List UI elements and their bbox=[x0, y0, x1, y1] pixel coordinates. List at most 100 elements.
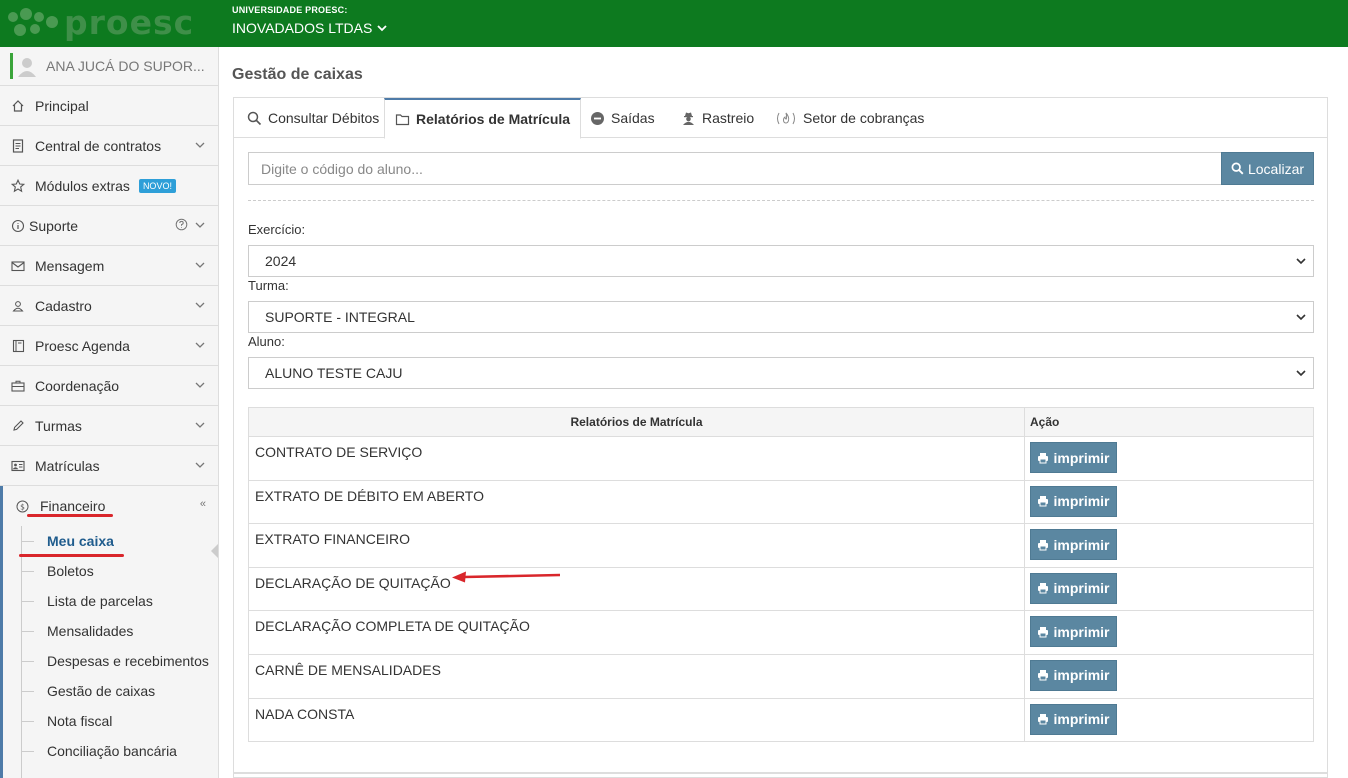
document-icon bbox=[10, 138, 26, 154]
submenu-item-conciliacao-bancaria[interactable]: Conciliação bancária bbox=[22, 736, 216, 766]
user-profile[interactable]: ANA JUCÁ DO SUPOR... bbox=[0, 47, 218, 86]
tab-label: Relatórios de Matrícula bbox=[416, 111, 571, 127]
main-content: Gestão de caixas Consultar Débitos Relat… bbox=[219, 47, 1348, 778]
sidebar-item-principal[interactable]: Principal bbox=[0, 86, 218, 126]
table-row: CARNÊ DE MENSALIDADES imprimir bbox=[248, 653, 1314, 699]
chevron-down-icon bbox=[195, 302, 205, 308]
submenu-item-nota-fiscal[interactable]: Nota fiscal bbox=[22, 706, 216, 736]
submenu-item-meu-caixa[interactable]: Meu caixa bbox=[22, 526, 216, 556]
print-icon bbox=[1038, 714, 1049, 725]
submenu-item-label: Mensalidades bbox=[47, 623, 134, 639]
print-button[interactable]: imprimir bbox=[1030, 659, 1117, 691]
table-row: DECLARAÇÃO DE QUITAÇÃO imprimir bbox=[248, 566, 1314, 612]
print-icon bbox=[1038, 496, 1049, 507]
print-icon bbox=[1038, 539, 1049, 551]
table-row: NADA CONSTA imprimir bbox=[248, 697, 1314, 743]
tab-setor-de-cobrancas[interactable]: Setor de cobranças bbox=[765, 98, 934, 138]
tab-label: Rastreio bbox=[702, 110, 755, 126]
turma-select[interactable]: SUPORTE - INTEGRAL bbox=[248, 301, 1314, 333]
chevron-down-icon bbox=[195, 382, 205, 388]
sidebar-item-label: Matrículas bbox=[35, 457, 100, 474]
sidebar-item-proesc-agenda[interactable]: Proesc Agenda bbox=[0, 326, 218, 366]
sidebar-item-suporte[interactable]: Suporte bbox=[0, 206, 218, 246]
chevron-down-icon bbox=[195, 422, 205, 428]
submenu-item-despesas-e-recebimentos[interactable]: Despesas e recebimentos bbox=[22, 646, 216, 676]
submenu-item-lista-de-parcelas[interactable]: Lista de parcelas bbox=[22, 586, 216, 616]
table-row: DECLARAÇÃO COMPLETA DE QUITAÇÃO imprimir bbox=[248, 610, 1314, 655]
button-label: imprimir bbox=[1053, 580, 1110, 597]
tab-consultar-debitos[interactable]: Consultar Débitos bbox=[237, 98, 389, 138]
submenu-item-boletos[interactable]: Boletos bbox=[22, 556, 216, 586]
sidebar-item-central-de-contratos[interactable]: Central de contratos bbox=[0, 126, 218, 166]
report-action: imprimir bbox=[1024, 436, 1314, 481]
active-pointer-icon bbox=[211, 544, 218, 558]
print-button[interactable]: imprimir bbox=[1030, 529, 1117, 561]
panel-bottom-border bbox=[233, 772, 1328, 774]
sidebar-item-label: Coordenação bbox=[35, 377, 120, 394]
table-row: CONTRATO DE SERVIÇO imprimir bbox=[248, 436, 1314, 481]
report-name: NADA CONSTA bbox=[248, 697, 1025, 743]
chevron-down-icon bbox=[195, 262, 205, 268]
sidebar-item-modulos-extras[interactable]: Módulos extras NOVO! bbox=[0, 166, 218, 206]
button-label: imprimir bbox=[1053, 449, 1110, 466]
sidebar-item-coordenacao[interactable]: Coordenação bbox=[0, 366, 218, 406]
sidebar-item-matriculas[interactable]: Matrículas bbox=[0, 446, 218, 486]
report-name: DECLARAÇÃO COMPLETA DE QUITAÇÃO bbox=[248, 610, 1025, 655]
tab-relatorios-de-matricula[interactable]: Relatórios de Matrícula bbox=[384, 98, 582, 139]
sidebar-item-label: Turmas bbox=[35, 417, 82, 434]
sidebar-item-financeiro[interactable]: $ Financeiro « bbox=[3, 486, 218, 526]
localizar-button[interactable]: Localizar bbox=[1221, 152, 1314, 185]
sidebar-item-label: Mensagem bbox=[35, 257, 105, 274]
submenu-item-label: Despesas e recebimentos bbox=[47, 653, 209, 669]
sidebar-item-label: Financeiro bbox=[40, 498, 106, 514]
print-button[interactable]: imprimir bbox=[1030, 616, 1117, 648]
print-icon bbox=[1038, 626, 1049, 638]
tab-label: Consultar Débitos bbox=[268, 110, 380, 126]
column-header-report: Relatórios de Matrícula bbox=[248, 407, 1025, 437]
chevron-down-icon bbox=[195, 142, 205, 148]
chevron-down-icon bbox=[195, 222, 205, 228]
collapse-icon[interactable]: « bbox=[200, 498, 206, 510]
print-button[interactable]: imprimir bbox=[1030, 572, 1117, 604]
student-search: Localizar bbox=[248, 152, 1314, 185]
organization-selector[interactable]: UNIVERSIDADE PROESC: INOVADADOS LTDAS bbox=[232, 5, 387, 36]
table-row: EXTRATO DE DÉBITO EM ABERTO imprimir bbox=[248, 479, 1314, 525]
sidebar-item-turmas[interactable]: Turmas bbox=[0, 406, 218, 446]
question-circle-icon[interactable] bbox=[175, 218, 188, 231]
select-value: SUPORTE - INTEGRAL bbox=[265, 309, 415, 325]
student-code-input[interactable] bbox=[248, 152, 1221, 185]
new-badge: NOVO! bbox=[138, 178, 176, 193]
tab-rastreio[interactable]: Rastreio bbox=[671, 98, 764, 138]
active-indicator bbox=[10, 53, 13, 79]
submenu-item-gestao-de-caixas[interactable]: Gestão de caixas bbox=[22, 676, 216, 706]
search-icon bbox=[247, 111, 262, 125]
exercicio-select[interactable]: 2024 bbox=[248, 245, 1314, 277]
submenu-item-label: Lista de parcelas bbox=[47, 593, 153, 609]
chevron-down-icon bbox=[377, 25, 387, 32]
aluno-select[interactable]: ALUNO TESTE CAJU bbox=[248, 357, 1314, 389]
tab-bar: Consultar Débitos Relatórios de Matrícul… bbox=[234, 98, 1327, 139]
report-action: imprimir bbox=[1024, 610, 1314, 655]
sidebar: ANA JUCÁ DO SUPOR... Principal Central d… bbox=[0, 47, 219, 778]
search-icon bbox=[1231, 162, 1244, 175]
submenu-item-mensalidades[interactable]: Mensalidades bbox=[22, 616, 216, 646]
divider bbox=[248, 200, 1314, 201]
submenu-item-label: Nota fiscal bbox=[47, 713, 113, 729]
button-label: imprimir bbox=[1053, 536, 1110, 553]
chevron-down-icon bbox=[195, 342, 205, 348]
print-button[interactable]: imprimir bbox=[1030, 442, 1117, 473]
id-card-icon bbox=[10, 458, 26, 474]
minus-circle-icon bbox=[591, 111, 604, 125]
proesc-logo[interactable]: proesc bbox=[6, 3, 216, 42]
column-header-action: Ação bbox=[1024, 407, 1314, 437]
sidebar-item-mensagem[interactable]: Mensagem bbox=[0, 246, 218, 286]
table-row: EXTRATO FINANCEIRO imprimir bbox=[248, 523, 1314, 568]
tab-saidas[interactable]: Saídas bbox=[580, 98, 665, 138]
user-secret-icon bbox=[683, 112, 694, 125]
print-button[interactable]: imprimir bbox=[1030, 485, 1117, 517]
chevron-down-icon bbox=[195, 462, 205, 468]
report-name: DECLARAÇÃO DE QUITAÇÃO bbox=[248, 566, 1025, 612]
print-button[interactable]: imprimir bbox=[1030, 703, 1117, 735]
report-name: CARNÊ DE MENSALIDADES bbox=[248, 653, 1025, 699]
sidebar-item-cadastro[interactable]: Cadastro bbox=[0, 286, 218, 326]
